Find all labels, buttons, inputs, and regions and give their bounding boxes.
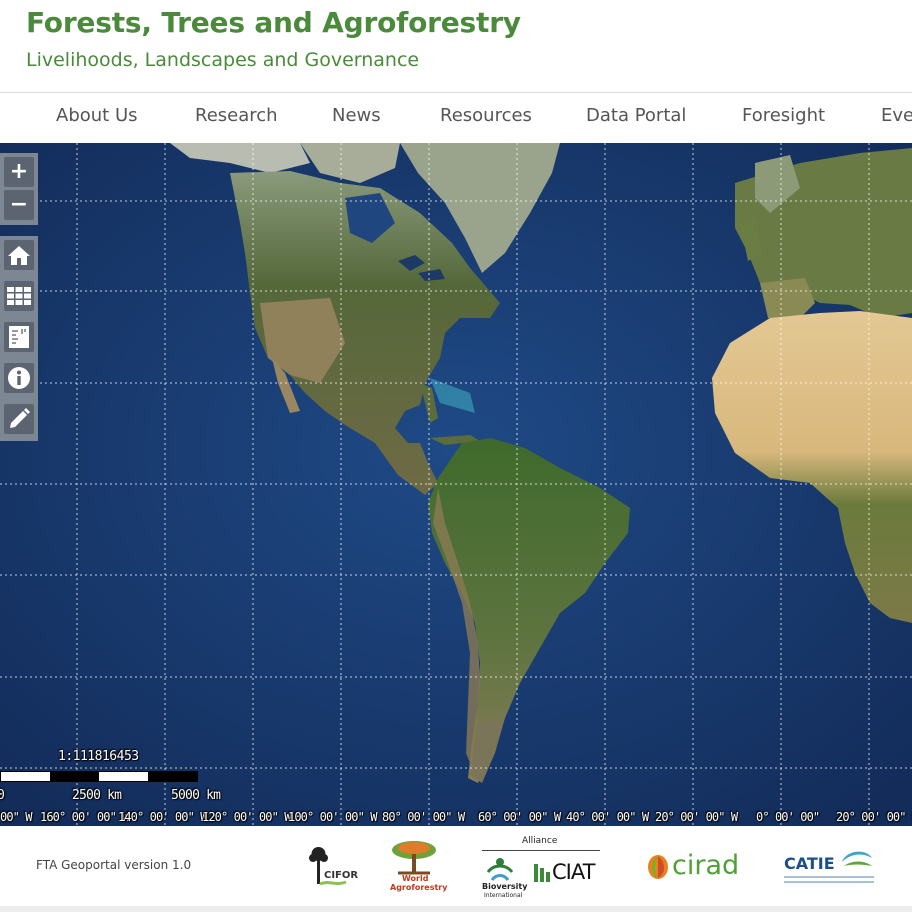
- cifor-logo[interactable]: CIFOR: [306, 846, 359, 890]
- nav-foresight[interactable]: Foresight: [742, 105, 825, 126]
- zoom-in-label: +: [9, 159, 29, 184]
- footer-bottom-bar: [0, 906, 912, 912]
- scale-label-2500: 2500 km: [72, 788, 122, 803]
- pencil-icon: [10, 408, 30, 428]
- coord-label: 20° 00' 00" W: [655, 810, 738, 824]
- map-toolbar: [0, 236, 38, 441]
- site-subtitle: Livelihoods, Landscapes and Governance: [26, 49, 420, 71]
- nav-events[interactable]: Eve: [881, 105, 912, 126]
- main-nav: About Us Research News Resources Data Po…: [0, 92, 912, 143]
- nav-data-portal[interactable]: Data Portal: [586, 105, 686, 126]
- cirad-leaf-icon: [648, 855, 668, 879]
- home-icon: [8, 246, 30, 265]
- ruler-icon: [9, 326, 29, 348]
- world-agroforestry-text: Agroforestry: [390, 883, 448, 892]
- map-viewport[interactable]: + − 1:111816453 0 2500 km 5000 km 00" W …: [0, 143, 912, 826]
- grid-icon: [7, 287, 31, 305]
- cifor-text: CIFOR: [324, 870, 359, 881]
- footer: FTA Geoportal version 1.0 CIFOR World Ag…: [0, 826, 912, 906]
- nav-resources[interactable]: Resources: [440, 105, 532, 126]
- scale-bar: [0, 771, 198, 782]
- cirad-text: cirad: [672, 850, 740, 881]
- info-icon: [8, 367, 30, 389]
- nav-research[interactable]: Research: [195, 105, 278, 126]
- world-agroforestry-logo[interactable]: World Agroforestry: [388, 840, 447, 894]
- tree-icon: [309, 847, 347, 886]
- catie-text: CATIE: [784, 854, 835, 873]
- ciat-text: CIAT: [552, 860, 595, 884]
- draw-button[interactable]: [4, 404, 34, 434]
- zoom-out-label: −: [9, 192, 29, 217]
- cirad-logo[interactable]: cirad: [646, 850, 746, 884]
- ciat-icon: [534, 864, 550, 882]
- catie-swoosh-icon: [842, 851, 872, 866]
- coord-label: 120° 00' 00" W: [202, 810, 291, 824]
- zoom-out-button[interactable]: −: [4, 190, 34, 220]
- bioversity-text: International: [484, 892, 523, 899]
- coord-label: 0° 00' 00": [756, 810, 820, 824]
- info-button[interactable]: [4, 363, 34, 393]
- scale-ratio: 1:111816453: [58, 749, 139, 764]
- coord-label: 00" W: [0, 810, 33, 824]
- acacia-tree-icon: [392, 841, 436, 875]
- world-agroforestry-text: World: [402, 874, 429, 883]
- site-title[interactable]: Forests, Trees and Agroforestry: [26, 6, 521, 39]
- alliance-text: Alliance: [522, 836, 558, 846]
- coord-label: 60° 00' 00" W: [478, 810, 561, 824]
- catie-logo[interactable]: CATIE: [784, 848, 880, 888]
- home-button[interactable]: [4, 240, 34, 270]
- coord-label: 100° 00' 00" W: [288, 810, 377, 824]
- zoom-control: + −: [0, 153, 38, 225]
- coord-label: 140° 00' 00" W: [118, 810, 207, 824]
- site-header: Forests, Trees and Agroforestry Liveliho…: [0, 0, 912, 92]
- grid-button[interactable]: [4, 281, 34, 311]
- bioversity-text: Bioversity: [482, 882, 528, 891]
- coord-label: 80° 00' 00" W: [382, 810, 465, 824]
- coord-label: 20° 00' 00" E: [836, 810, 912, 824]
- zoom-in-button[interactable]: +: [4, 157, 34, 187]
- bioversity-icon: [486, 858, 514, 881]
- coord-label: 40° 00' 00" W: [566, 810, 649, 824]
- nav-news[interactable]: News: [332, 105, 381, 126]
- scale-label-5000: 5000 km: [171, 788, 221, 803]
- alliance-logo[interactable]: Alliance Bioversity International CIAT: [480, 836, 602, 902]
- version-text: FTA Geoportal version 1.0: [36, 858, 192, 872]
- scale-label-0: 0: [0, 788, 5, 803]
- coord-label: 160° 00' 00" W: [40, 810, 129, 824]
- nav-about-us[interactable]: About Us: [56, 105, 138, 126]
- measure-button[interactable]: [4, 322, 34, 352]
- satellite-basemap: [0, 143, 912, 826]
